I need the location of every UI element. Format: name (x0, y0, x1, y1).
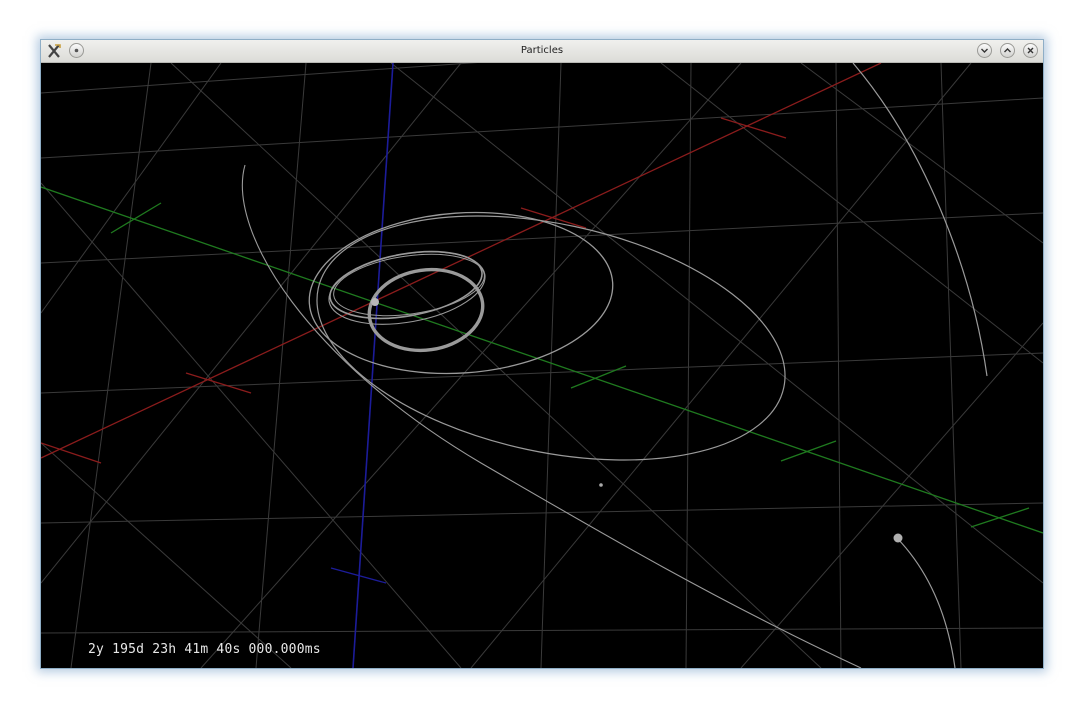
z-axis-line (352, 63, 394, 668)
large-orbit (316, 215, 786, 461)
comet-body[interactable] (893, 533, 903, 543)
central-body[interactable] (371, 298, 379, 306)
minimize-icon[interactable] (977, 43, 992, 58)
perspective-grid (41, 63, 1043, 668)
orbit-paths (241, 63, 988, 668)
y-axis-line (41, 186, 1043, 534)
medium-orbit (308, 211, 614, 375)
small-orbit-b (328, 251, 486, 325)
close-icon[interactable] (1023, 43, 1038, 58)
comet-trail (896, 537, 956, 668)
scene-canvas[interactable] (41, 63, 1043, 668)
maximize-icon[interactable] (1000, 43, 1015, 58)
simulation-time-readout: 2y 195d 23h 41m 40s 000.000ms (88, 642, 321, 657)
window-title: Particles (520, 45, 564, 56)
small-orbit-a (329, 250, 483, 320)
x-axis-line (41, 63, 882, 459)
particles-window: Particles 2y 195d 23h 41m 40s 000.000ms (40, 39, 1044, 669)
simulation-viewport[interactable]: 2y 195d 23h 41m 40s 000.000ms (41, 63, 1043, 668)
title-bar[interactable]: Particles (41, 40, 1043, 63)
small-particle[interactable] (599, 483, 603, 487)
